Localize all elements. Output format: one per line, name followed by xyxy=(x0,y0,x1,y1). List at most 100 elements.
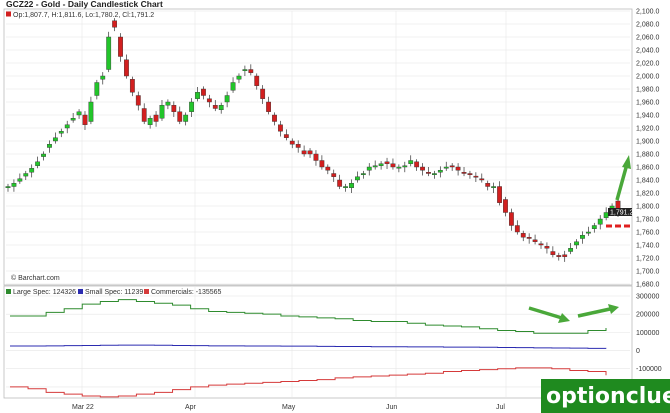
x-tick-label: Apr xyxy=(185,404,197,411)
candle-body xyxy=(112,20,118,28)
candle-body xyxy=(473,175,479,178)
candle-body xyxy=(307,150,313,155)
candle-body xyxy=(378,163,384,166)
price-tick-label: 1,980.0 xyxy=(636,87,659,94)
candle-body xyxy=(218,105,224,111)
candle-body xyxy=(165,101,171,106)
x-axis: Mar 22 Apr May Jun Jul xyxy=(72,404,505,411)
candle-body xyxy=(135,95,141,106)
candle-body xyxy=(5,186,11,188)
price-tick-label: 1,740.0 xyxy=(636,243,659,250)
large-spec-label: Large Spec: 124326 xyxy=(13,289,76,296)
last-price-label: 1,791.2 xyxy=(610,210,633,217)
candle-body xyxy=(414,161,420,168)
candle-body xyxy=(242,69,248,71)
chart-title: GCZ22 - Gold - Daily Candlestick Chart xyxy=(6,0,163,9)
candle-body xyxy=(568,248,574,252)
candle-body xyxy=(23,173,29,177)
price-tick-label: 1,940.0 xyxy=(636,113,659,120)
x-tick-label: Jun xyxy=(386,404,397,411)
cot-tick-label: 300000 xyxy=(636,294,659,301)
cot-panel-frame xyxy=(3,285,633,399)
gold-chart: 2,100.0 2,080.0 2,060.0 2,040.0 2,020.0 2,000… xyxy=(3,0,670,413)
candle-body xyxy=(432,173,437,175)
x-tick-label: May xyxy=(282,404,296,411)
candle-body xyxy=(118,36,123,57)
candle-body xyxy=(295,144,301,148)
candle-body xyxy=(597,218,603,225)
candle-body xyxy=(201,88,206,96)
candle-body xyxy=(420,166,425,171)
candle-body xyxy=(124,59,129,77)
candle-body xyxy=(319,160,325,168)
candle-body xyxy=(603,212,609,218)
price-tick-label: 2,100.0 xyxy=(636,9,659,16)
candle-body xyxy=(212,105,218,109)
candle-body xyxy=(153,114,159,122)
candle-body xyxy=(52,137,58,142)
candle-body xyxy=(266,101,271,112)
candle-body xyxy=(503,199,508,213)
candle-body xyxy=(372,165,378,168)
candle-body xyxy=(88,101,94,122)
cot-tick-label: -100000 xyxy=(636,366,662,373)
candle-body xyxy=(556,255,562,257)
commercials-swatch xyxy=(144,289,149,294)
candle-body xyxy=(283,134,289,138)
candle-body xyxy=(64,124,70,129)
candle-body xyxy=(58,131,64,134)
candle-body xyxy=(491,186,497,188)
price-tick-label: 1,700.0 xyxy=(636,269,659,276)
candle-body xyxy=(526,236,532,239)
candle-body xyxy=(331,173,337,177)
candle-body xyxy=(485,183,491,187)
price-tick-label: 1,680.0 xyxy=(636,282,659,289)
candle-body xyxy=(183,114,189,122)
x-tick-label: Jul xyxy=(496,404,505,411)
candle-body xyxy=(260,88,266,99)
price-tick-label: 1,820.0 xyxy=(636,191,659,198)
candle-body xyxy=(574,241,579,246)
candle-body xyxy=(272,114,277,122)
price-tick-label: 1,880.0 xyxy=(636,152,659,159)
ohlc-legend-swatch xyxy=(6,11,11,17)
cot-y-axis: 3000002000001000000-100000-200000 xyxy=(636,294,662,392)
candle-body xyxy=(106,36,112,70)
candle-body xyxy=(325,166,331,171)
candle-body xyxy=(390,163,396,168)
price-tick-label: 2,080.0 xyxy=(636,22,659,29)
candle-body xyxy=(437,170,443,173)
candle-body xyxy=(461,171,467,174)
candle-body xyxy=(349,183,354,189)
candle-body xyxy=(254,75,260,86)
candle-body xyxy=(443,166,449,169)
candle-body xyxy=(532,239,538,242)
candle-body xyxy=(230,82,236,91)
candle-body xyxy=(17,178,23,182)
candle-body xyxy=(408,160,414,164)
candle-body xyxy=(129,79,135,93)
candle-body xyxy=(224,95,230,103)
candle-body xyxy=(337,179,343,187)
candle-body xyxy=(147,118,153,125)
cot-tick-label: 100000 xyxy=(636,330,659,337)
candle-body xyxy=(497,186,502,203)
candle-body xyxy=(177,111,183,122)
candle-body xyxy=(514,225,520,233)
candle-body xyxy=(159,105,165,119)
x-tick-label: Mar 22 xyxy=(72,404,94,411)
candle-body xyxy=(479,178,485,181)
candle-body xyxy=(189,101,194,112)
candle-body xyxy=(455,166,461,171)
candle-body xyxy=(467,173,473,175)
watermark-text: optionclue.com xyxy=(546,384,670,409)
candle-body xyxy=(301,150,307,155)
price-tick-label: 1,920.0 xyxy=(636,126,659,133)
price-tick-label: 2,060.0 xyxy=(636,35,659,42)
small-spec-label: Small Spec: 11239 xyxy=(85,289,143,296)
candle-body xyxy=(562,254,568,257)
price-tick-label: 2,000.0 xyxy=(636,74,659,81)
commercials-label: Commercials: -135565 xyxy=(151,289,222,296)
candle-body xyxy=(11,183,17,187)
candle-body xyxy=(82,114,88,125)
